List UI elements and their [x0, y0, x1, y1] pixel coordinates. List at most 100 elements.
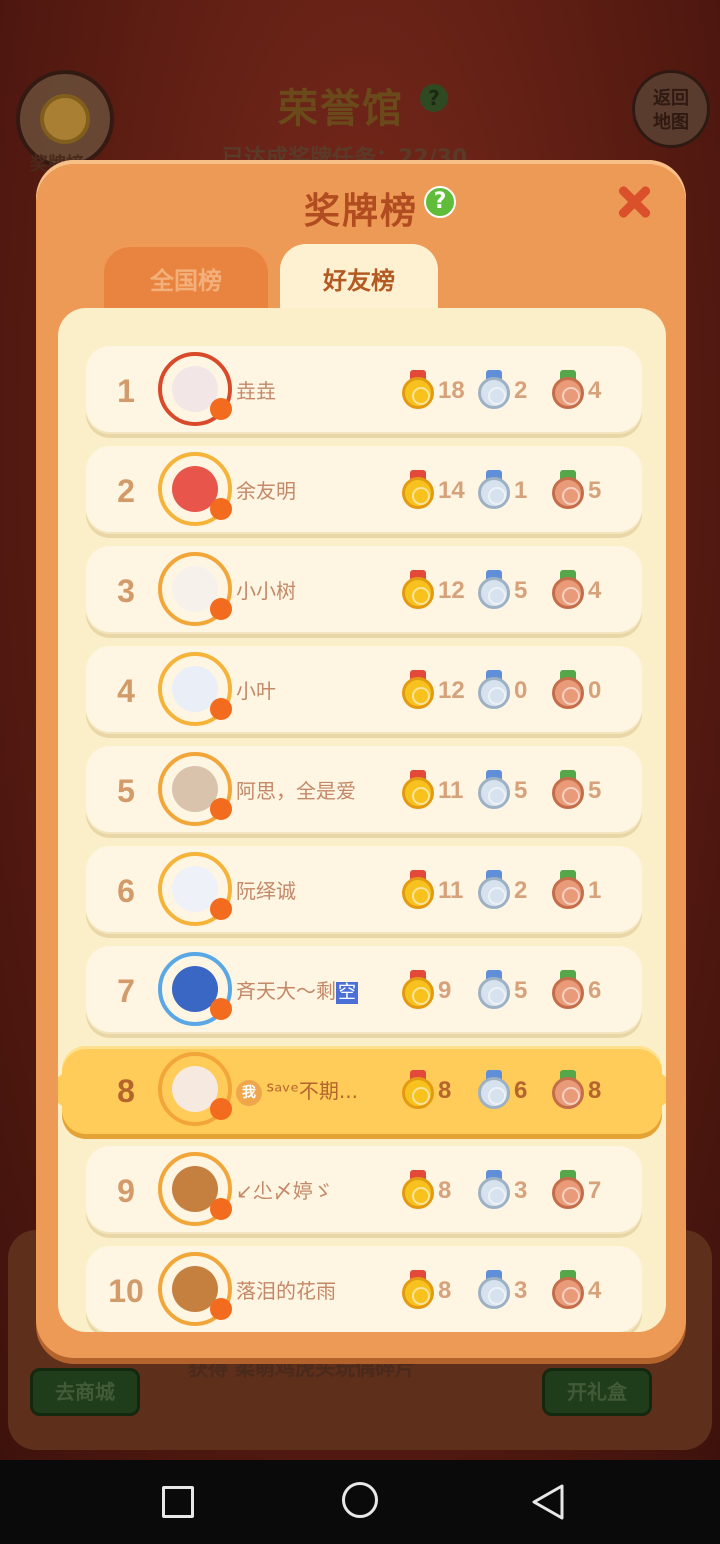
gold-medal-count: 18 — [438, 377, 465, 404]
leaderboard-row[interactable]: 2 余友明 14 1 5 — [86, 446, 642, 534]
tab-national[interactable]: 全国榜 — [104, 244, 268, 314]
bronze-medal-icon — [552, 570, 584, 610]
bronze-medal-icon — [552, 870, 584, 910]
player-name-cell: 垚垚 — [236, 346, 386, 434]
leaderboard-row[interactable]: 4 小叶 12 0 0 — [86, 646, 642, 734]
recents-square-icon[interactable] — [162, 1486, 194, 1518]
leaderboard-row[interactable]: 5 阿思，全是爱 11 5 5 — [86, 746, 642, 834]
bronze-medal-count: 6 — [588, 977, 602, 1004]
silver-medal-icon — [478, 370, 510, 410]
bronze-medal-icon — [552, 1170, 584, 1210]
avatar-decoration-icon — [210, 1298, 232, 1320]
silver-medal-count: 1 — [514, 477, 528, 504]
player-name-cell: 阿思，全是爱 — [236, 746, 386, 834]
back-triangle-icon[interactable] — [528, 1482, 568, 1522]
gold-medal-icon — [402, 1070, 434, 1110]
silver-medal-count: 2 — [514, 877, 528, 904]
silver-medal-icon — [478, 570, 510, 610]
avatar[interactable] — [158, 452, 232, 526]
rank-number: 2 — [117, 473, 135, 509]
rank-number: 5 — [117, 773, 135, 809]
silver-medal-icon — [478, 670, 510, 710]
rank-number: 10 — [108, 1273, 144, 1309]
tab-friends[interactable]: 好友榜 — [280, 244, 438, 314]
rank-number: 9 — [117, 1173, 135, 1209]
player-name: 阮绎诚 — [236, 879, 296, 903]
leaderboard-row[interactable]: 10 落泪的花雨 8 3 4 — [86, 1246, 642, 1332]
avatar[interactable] — [158, 852, 232, 926]
player-name: ᔆᵃᵛᵉ不期... — [266, 1079, 358, 1103]
gold-medal-count: 11 — [438, 877, 464, 904]
leaderboard-row-me[interactable]: 8 我 ᔆᵃᵛᵉ不期... 8 6 8 — [58, 1046, 666, 1134]
silver-medal-count: 5 — [514, 577, 528, 604]
leaderboard-row[interactable]: 6 阮绎诚 11 2 1 — [86, 846, 642, 934]
rank-number: 6 — [117, 873, 135, 909]
highlight-arrow-right — [662, 1074, 666, 1106]
avatar[interactable] — [158, 552, 232, 626]
player-name-cell: 阮绎诚 — [236, 846, 386, 934]
help-icon[interactable]: ? — [424, 186, 456, 218]
player-name: 垚垚 — [236, 379, 276, 403]
player-name-cell: 小叶 — [236, 646, 386, 734]
avatar[interactable] — [158, 952, 232, 1026]
avatar[interactable] — [158, 1052, 232, 1126]
avatar[interactable] — [158, 1152, 232, 1226]
bronze-medal-count: 7 — [588, 1177, 602, 1204]
rank-number: 4 — [117, 673, 135, 709]
avatar-decoration-icon — [210, 698, 232, 720]
gold-medal-icon — [402, 470, 434, 510]
medal-counts: 14 1 5 — [402, 446, 632, 534]
bronze-medal-count: 8 — [588, 1077, 602, 1104]
player-name: 小小树 — [236, 579, 296, 603]
bronze-medal-icon — [552, 770, 584, 810]
avatar[interactable] — [158, 752, 232, 826]
gold-medal-icon — [402, 370, 434, 410]
home-circle-icon[interactable] — [342, 1482, 378, 1518]
silver-medal-count: 0 — [514, 677, 528, 704]
silver-medal-count: 5 — [514, 777, 528, 804]
gold-medal-icon — [402, 570, 434, 610]
player-name: 余友明 — [236, 479, 296, 503]
avatar-decoration-icon — [210, 998, 232, 1020]
medal-counts: 9 5 6 — [402, 946, 632, 1034]
open-gift-box-button[interactable]: 开礼盒 — [542, 1368, 652, 1416]
silver-medal-count: 5 — [514, 977, 528, 1004]
highlight-arrow-left — [58, 1074, 62, 1106]
gold-medal-count: 9 — [438, 977, 452, 1004]
gold-medal-count: 12 — [438, 577, 465, 604]
avatar-decoration-icon — [210, 798, 232, 820]
bronze-medal-count: 4 — [588, 377, 602, 404]
bronze-medal-count: 5 — [588, 777, 602, 804]
medal-counts: 11 2 1 — [402, 846, 632, 934]
silver-medal-count: 2 — [514, 377, 528, 404]
avatar[interactable] — [158, 1252, 232, 1326]
player-name: 小叶 — [236, 679, 276, 703]
leaderboard-row[interactable]: 9 ↙尐〆婷ゞ 8 3 7 — [86, 1146, 642, 1234]
player-name: 阿思，全是爱 — [236, 779, 356, 803]
close-icon[interactable] — [612, 180, 656, 224]
player-name-cell: 余友明 — [236, 446, 386, 534]
system-navigation-bar — [0, 1460, 720, 1544]
silver-medal-count: 3 — [514, 1177, 528, 1204]
silver-medal-icon — [478, 770, 510, 810]
back-to-map-button[interactable]: 返回 地图 — [632, 70, 710, 148]
gold-medal-count: 8 — [438, 1177, 452, 1204]
go-shop-button[interactable]: 去商城 — [30, 1368, 140, 1416]
silver-medal-icon — [478, 970, 510, 1010]
avatar-decoration-icon — [210, 398, 232, 420]
gold-medal-count: 8 — [438, 1277, 452, 1304]
avatar[interactable] — [158, 352, 232, 426]
leaderboard-row[interactable]: 3 小小树 12 5 4 — [86, 546, 642, 634]
avatar-decoration-icon — [210, 1198, 232, 1220]
player-name-cell: 小小树 — [236, 546, 386, 634]
medal-counts: 18 2 4 — [402, 346, 632, 434]
player-name: 落泪的花雨 — [236, 1279, 336, 1303]
avatar-decoration-icon — [210, 498, 232, 520]
leaderboard-row[interactable]: 7 斉天大～剩空 9 5 6 — [86, 946, 642, 1034]
bronze-medal-icon — [552, 470, 584, 510]
leaderboard-row[interactable]: 1 垚垚 18 2 4 — [86, 346, 642, 434]
medal-counts: 8 3 7 — [402, 1146, 632, 1234]
avatar[interactable] — [158, 652, 232, 726]
honor-hall-help-icon[interactable]: ? — [420, 84, 448, 112]
leaderboard-list[interactable]: 1 垚垚 18 2 4 2 余友明 14 1 5 3 小小树 12 5 4 4 小叶 12 0 0 5 阿思，全是爱 11 5… — [58, 308, 666, 1332]
